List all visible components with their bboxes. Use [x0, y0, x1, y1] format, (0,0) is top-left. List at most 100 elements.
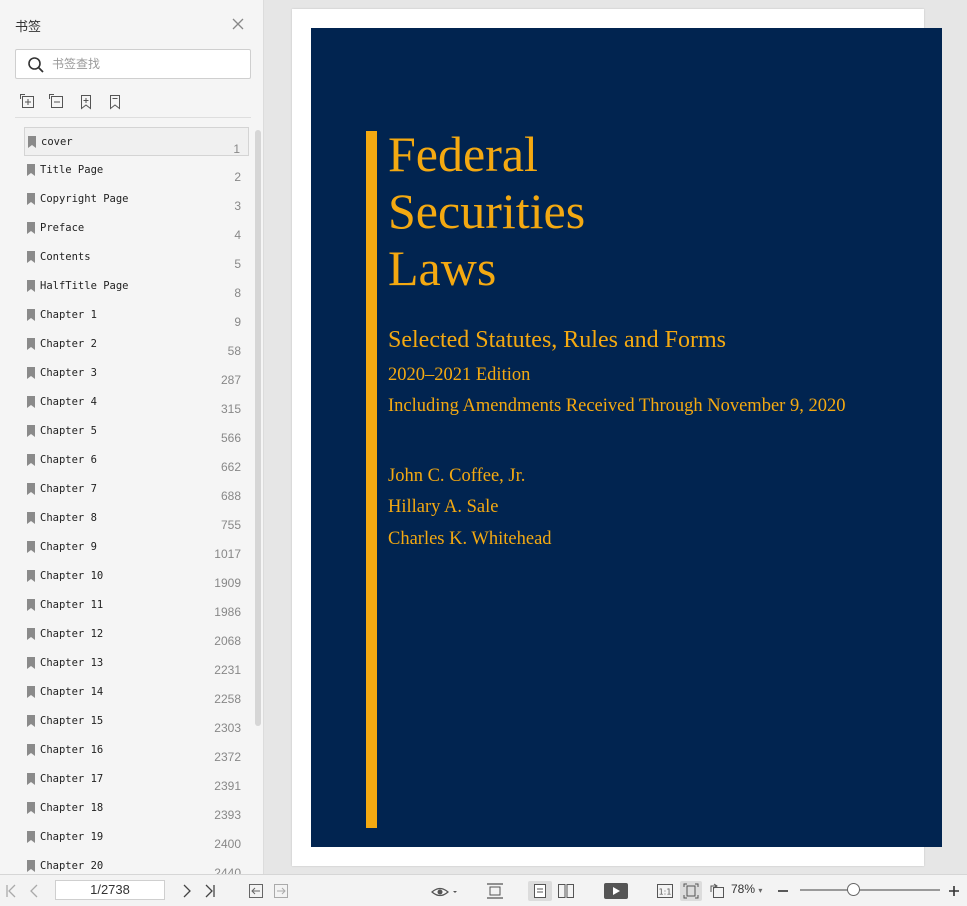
bookmark-label: Chapter 3: [40, 367, 97, 379]
bookmark-item[interactable]: Chapter 19 2400: [24, 823, 249, 852]
fit-page-icon[interactable]: [680, 881, 702, 901]
close-panel-icon[interactable]: [230, 16, 246, 32]
bookmark-item[interactable]: Chapter 11 1986: [24, 591, 249, 620]
bookmark-page-number: 2231: [214, 663, 241, 677]
bookmark-label: Chapter 17: [40, 773, 104, 785]
bookmark-label: Chapter 16: [40, 744, 104, 756]
rotate-page-icon[interactable]: [707, 881, 727, 901]
page-number-field[interactable]: 1/2738: [55, 880, 165, 900]
collapse-all-icon[interactable]: [49, 94, 65, 110]
bookmark-scrollbar[interactable]: [255, 130, 261, 726]
bookmark-item[interactable]: Chapter 18 2393: [24, 794, 249, 823]
zoom-level[interactable]: 78% ▾: [731, 882, 762, 896]
bookmark-page-number: 58: [227, 344, 241, 358]
bookmark-item[interactable]: Chapter 9 1017: [24, 533, 249, 562]
bookmark-item[interactable]: Chapter 13 2231: [24, 649, 249, 678]
cover-accent-bar: [366, 131, 377, 828]
bookmark-page-number: 1: [233, 142, 240, 156]
cover-author: Charles K. Whitehead: [388, 529, 552, 549]
bookmark-ribbon-icon: [27, 483, 35, 495]
bookmark-label: Chapter 4: [40, 396, 97, 408]
bookmark-item[interactable]: Chapter 5 566: [24, 417, 249, 446]
bookmark-item[interactable]: Copyright Page 3: [24, 185, 249, 214]
bookmark-page-number: 9: [234, 315, 241, 329]
first-page-icon[interactable]: [3, 881, 19, 901]
zoom-out-icon[interactable]: [776, 881, 790, 901]
bookmark-label: Chapter 9: [40, 541, 97, 553]
bookmark-icon[interactable]: [107, 94, 123, 110]
bookmark-ribbon-icon: [27, 831, 35, 843]
bookmark-label: Chapter 11: [40, 599, 104, 611]
add-bookmark-icon[interactable]: [78, 94, 94, 110]
bookmark-item[interactable]: Chapter 6 662: [24, 446, 249, 475]
fit-width-icon[interactable]: [484, 881, 506, 901]
bookmark-label: Chapter 8: [40, 512, 97, 524]
bookmark-label: Copyright Page: [40, 193, 129, 205]
bookmark-label: Chapter 2: [40, 338, 97, 350]
bookmark-item[interactable]: Chapter 20 2440: [24, 852, 249, 874]
back-view-icon[interactable]: [247, 881, 265, 901]
bookmark-item[interactable]: Chapter 3 287: [24, 359, 249, 388]
bookmark-item[interactable]: Chapter 16 2372: [24, 736, 249, 765]
bookmark-page-number: 2372: [214, 750, 241, 764]
bookmark-item[interactable]: Chapter 14 2258: [24, 678, 249, 707]
bookmark-ribbon-icon: [27, 686, 35, 698]
cover-amendments-note: Including Amendments Received Through No…: [388, 396, 846, 416]
actual-size-icon[interactable]: 1:1: [655, 881, 675, 901]
bookmark-label: Title Page: [40, 164, 104, 176]
bookmark-page-number: 2391: [214, 779, 241, 793]
bookmark-item[interactable]: Chapter 10 1909: [24, 562, 249, 591]
bookmark-page-number: 4: [234, 228, 241, 242]
bookmark-item[interactable]: Chapter 15 2303: [24, 707, 249, 736]
bookmark-label: Chapter 20: [40, 860, 104, 872]
bookmark-item[interactable]: Chapter 1 9: [24, 301, 249, 330]
document-view: Federal Securities Laws Selected Statute…: [265, 0, 967, 874]
bookmark-page-number: 2303: [214, 721, 241, 735]
bookmark-ribbon-icon: [27, 251, 35, 263]
bookmark-page-number: 2068: [214, 634, 241, 648]
eye-care-mode-icon[interactable]: [430, 881, 460, 901]
bookmark-search-box[interactable]: [15, 49, 251, 79]
bookmark-page-number: 3: [234, 199, 241, 213]
bookmark-item[interactable]: HalfTitle Page 8: [24, 272, 249, 301]
cover-title-line: Securities: [388, 183, 586, 239]
bookmark-item[interactable]: Title Page 2: [24, 156, 249, 185]
play-slideshow-icon[interactable]: [603, 881, 629, 901]
bookmark-item[interactable]: cover 1: [24, 127, 249, 156]
zoom-dropdown-icon[interactable]: ▾: [758, 886, 762, 895]
cover-title-line: Laws: [388, 240, 497, 296]
zoom-slider-track[interactable]: [800, 889, 940, 891]
bookmark-item[interactable]: Chapter 8 755: [24, 504, 249, 533]
bookmark-item[interactable]: Chapter 4 315: [24, 388, 249, 417]
bookmark-page-number: 688: [220, 489, 241, 503]
forward-view-icon[interactable]: [272, 881, 290, 901]
cover-title-line: Federal: [388, 126, 538, 182]
bookmark-label: Chapter 5: [40, 425, 97, 437]
zoom-slider-handle[interactable]: [847, 883, 860, 896]
single-page-view-icon[interactable]: [528, 881, 552, 901]
bookmark-item[interactable]: Chapter 12 2068: [24, 620, 249, 649]
two-page-view-icon[interactable]: [555, 881, 577, 901]
next-page-icon[interactable]: [179, 881, 195, 901]
bookmark-search-input[interactable]: [52, 54, 242, 74]
bookmark-ribbon-icon: [27, 599, 35, 611]
bookmark-item[interactable]: Contents 5: [24, 243, 249, 272]
bookmark-item[interactable]: Chapter 2 58: [24, 330, 249, 359]
prev-page-icon[interactable]: [26, 881, 42, 901]
zoom-in-icon[interactable]: [947, 881, 961, 901]
book-cover: Federal Securities Laws Selected Statute…: [311, 28, 942, 847]
bookmark-ribbon-icon: [27, 164, 35, 176]
bookmark-label: Contents: [40, 251, 91, 263]
expand-all-icon[interactable]: [20, 94, 36, 110]
divider: [15, 117, 251, 118]
bookmark-page-number: 2258: [214, 692, 241, 706]
bookmark-item[interactable]: Chapter 7 688: [24, 475, 249, 504]
bookmark-ribbon-icon: [27, 222, 35, 234]
panel-title: 书签: [15, 20, 42, 35]
bookmark-item[interactable]: Chapter 17 2391: [24, 765, 249, 794]
bookmark-label: HalfTitle Page: [40, 280, 129, 292]
bookmark-ribbon-icon: [27, 193, 35, 205]
last-page-icon[interactable]: [202, 881, 218, 901]
bookmark-item[interactable]: Preface 4: [24, 214, 249, 243]
zoom-value: 78%: [731, 882, 756, 896]
